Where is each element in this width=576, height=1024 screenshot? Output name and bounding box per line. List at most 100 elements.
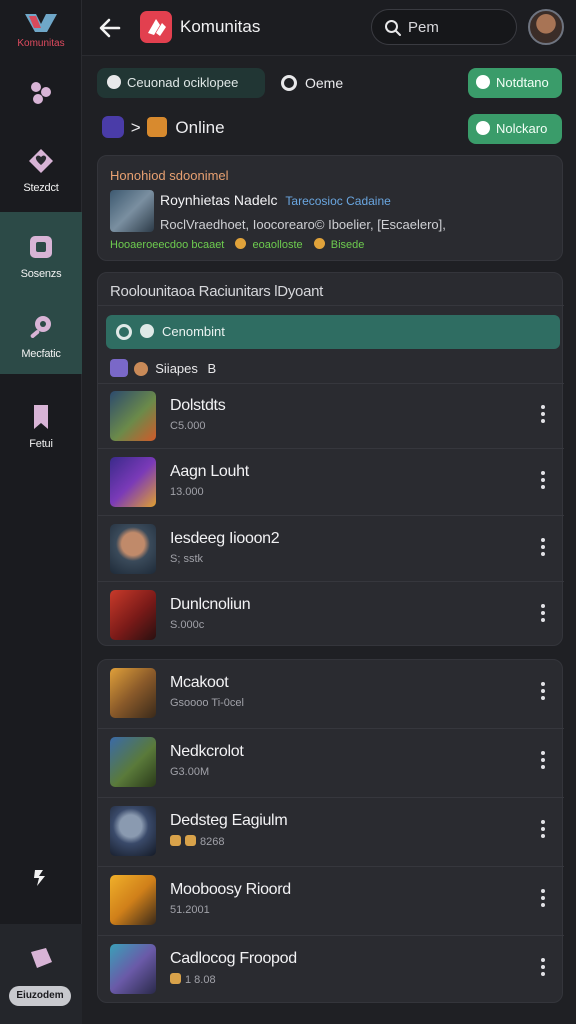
rail-logo-label: Komunitas xyxy=(17,38,65,49)
list-item-sub: 8268 xyxy=(170,835,224,848)
search-value: Pem xyxy=(408,19,439,36)
list-item[interactable]: Nedkcrolot G3.00M xyxy=(98,729,564,795)
status-icon xyxy=(140,324,154,338)
more-icon[interactable] xyxy=(539,751,547,773)
section-label: Siiapes xyxy=(155,361,198,376)
more-icon[interactable] xyxy=(539,405,547,427)
list-item-title: Dedsteg Eagiulm xyxy=(170,812,288,829)
list-item-sub: 1 8.08 xyxy=(170,973,216,986)
sidebar-item-mecfatic[interactable]: Mecfatic xyxy=(0,298,82,374)
community-heading: Roolounitaoa Raciunitars lDyoant xyxy=(110,283,324,300)
list-item-sub: S.000c xyxy=(170,619,205,631)
search-input[interactable]: Pem xyxy=(371,9,517,45)
app-icon xyxy=(140,11,172,43)
game-thumbnail xyxy=(110,457,156,507)
sidebar-item-label: Stezdct xyxy=(23,182,59,194)
game-thumbnail xyxy=(110,944,156,994)
gift-icon xyxy=(31,948,52,968)
coin-icon xyxy=(133,362,148,376)
more-icon[interactable] xyxy=(539,471,547,493)
featured-card[interactable]: Honohiod sdoonimel Roynhietas Nadelc Tar… xyxy=(97,155,563,261)
section-label-row: Siiapes B xyxy=(110,359,216,377)
search-icon xyxy=(385,20,401,36)
list-item[interactable]: Iesdeeg Iiooon2 S; sstk xyxy=(98,516,564,582)
notify-button-2[interactable]: Nolckaro xyxy=(468,114,562,144)
game-thumbnail xyxy=(110,806,156,856)
divider xyxy=(98,305,564,306)
square-icon xyxy=(30,236,52,258)
list-item[interactable]: Mooboosy Rioord 51.2001 xyxy=(98,867,564,933)
filter-chip-label: Ceuonad ociklopee xyxy=(127,75,239,90)
page-title: Komunitas xyxy=(180,17,261,36)
list-item[interactable]: Dolstdts C5.000 xyxy=(98,383,564,449)
coin-icon xyxy=(313,238,325,249)
sidebar-item-home[interactable] xyxy=(0,78,82,118)
list-item-title: Dolstdts xyxy=(170,397,226,414)
refresh-icon xyxy=(281,75,297,91)
section-count: B xyxy=(207,361,217,376)
list-item-sub-value: 1 8.08 xyxy=(185,974,216,986)
featured-title-accent[interactable]: Tarecosioc Cadaine xyxy=(285,194,390,208)
sidebar-item-stezdct[interactable]: Stezdct xyxy=(0,146,82,202)
list-item-title: Cadlocog Froopod xyxy=(170,950,297,967)
community-card: Roolounitaoa Raciunitars lDyoant Cenombi… xyxy=(97,272,564,648)
avatar[interactable] xyxy=(528,9,564,45)
list-item-sub: Gsoooo Ti-0cel xyxy=(170,697,244,709)
game-thumbnail xyxy=(110,875,156,925)
list-item[interactable]: Dunlcnoliun S.000c xyxy=(98,582,564,648)
sidebar-item-fetui[interactable]: Fetui xyxy=(0,402,82,450)
list-item[interactable]: Cadlocog Froopod 1 8.08 xyxy=(98,936,564,1002)
sidebar-item-label: Mecfatic xyxy=(21,348,61,360)
magnifier-icon xyxy=(30,316,51,338)
check-icon xyxy=(476,75,490,89)
list-item-title: Nedkcrolot xyxy=(170,743,244,760)
list-item[interactable]: Dedsteg Eagiulm 8268 xyxy=(98,798,564,864)
more-icon[interactable] xyxy=(539,820,547,842)
list-item-title: Iesdeeg Iiooon2 xyxy=(170,530,280,547)
game-thumbnail xyxy=(110,391,156,441)
community-active-row[interactable]: Cenombint xyxy=(106,315,560,349)
featured-title-row: Roynhietas Nadelc Tarecosioc Cadaine xyxy=(160,192,391,208)
list-item-sub: G3.00M xyxy=(170,766,210,778)
sidebar-item-sosenzs[interactable]: Sosenzs xyxy=(0,212,82,298)
game-thumbnail xyxy=(110,524,156,574)
coin-icon xyxy=(235,238,247,249)
game-thumbnail xyxy=(110,668,156,718)
more-icon[interactable] xyxy=(539,538,547,560)
tag[interactable]: Bisede xyxy=(331,239,365,251)
pinwheel-icon xyxy=(148,19,166,36)
online-label: Online xyxy=(175,118,225,137)
more-icon[interactable] xyxy=(539,889,547,911)
puzzle-icon xyxy=(31,82,51,104)
filter-chip[interactable]: Ceuonad ociklopee xyxy=(97,68,265,98)
bookmark-icon xyxy=(34,405,48,429)
sidebar-item-extra[interactable] xyxy=(0,862,82,892)
notify-button-label: Nolckaro xyxy=(496,121,548,136)
check-icon xyxy=(476,121,490,135)
filter-item-label: Oeme xyxy=(305,75,344,91)
back-arrow-icon[interactable] xyxy=(96,14,124,42)
gem-icon xyxy=(110,359,128,377)
list-item-sub: 13.000 xyxy=(170,486,204,498)
list-item-sub: C5.000 xyxy=(170,420,206,432)
profile-pill[interactable]: Eiuzodem xyxy=(9,986,71,1006)
tag[interactable]: eoaolloste xyxy=(253,239,303,251)
list-item-title: Mooboosy Rioord xyxy=(170,881,291,898)
game-thumbnail xyxy=(110,590,156,640)
featured-detail: RoclVraedhoet, Ioocorearo© Iboelier, [Es… xyxy=(160,217,446,232)
filter-item[interactable]: Oeme xyxy=(281,75,343,91)
more-icon[interactable] xyxy=(539,958,547,980)
featured-thumb xyxy=(110,190,154,232)
more-icon[interactable] xyxy=(539,682,547,704)
list-item[interactable]: Aagn Louht 13.000 xyxy=(98,449,564,515)
featured-heading: Honohiod sdoonimel xyxy=(110,168,229,183)
tag[interactable]: Hooaeroeecdoo bcaaet xyxy=(110,239,224,251)
online-filter[interactable]: > Online xyxy=(102,116,225,138)
more-icon[interactable] xyxy=(539,604,547,626)
rail-logo[interactable]: Komunitas xyxy=(0,6,82,58)
featured-tags: Hooaeroeecdoo bcaaet eoaolloste Bisede xyxy=(110,238,364,251)
logo-icon xyxy=(25,14,57,32)
top-bar: Komunitas Pem xyxy=(82,0,576,56)
notify-button[interactable]: Notdtano xyxy=(468,68,562,98)
list-item[interactable]: Mcakoot Gsoooo Ti-0cel xyxy=(98,660,564,726)
